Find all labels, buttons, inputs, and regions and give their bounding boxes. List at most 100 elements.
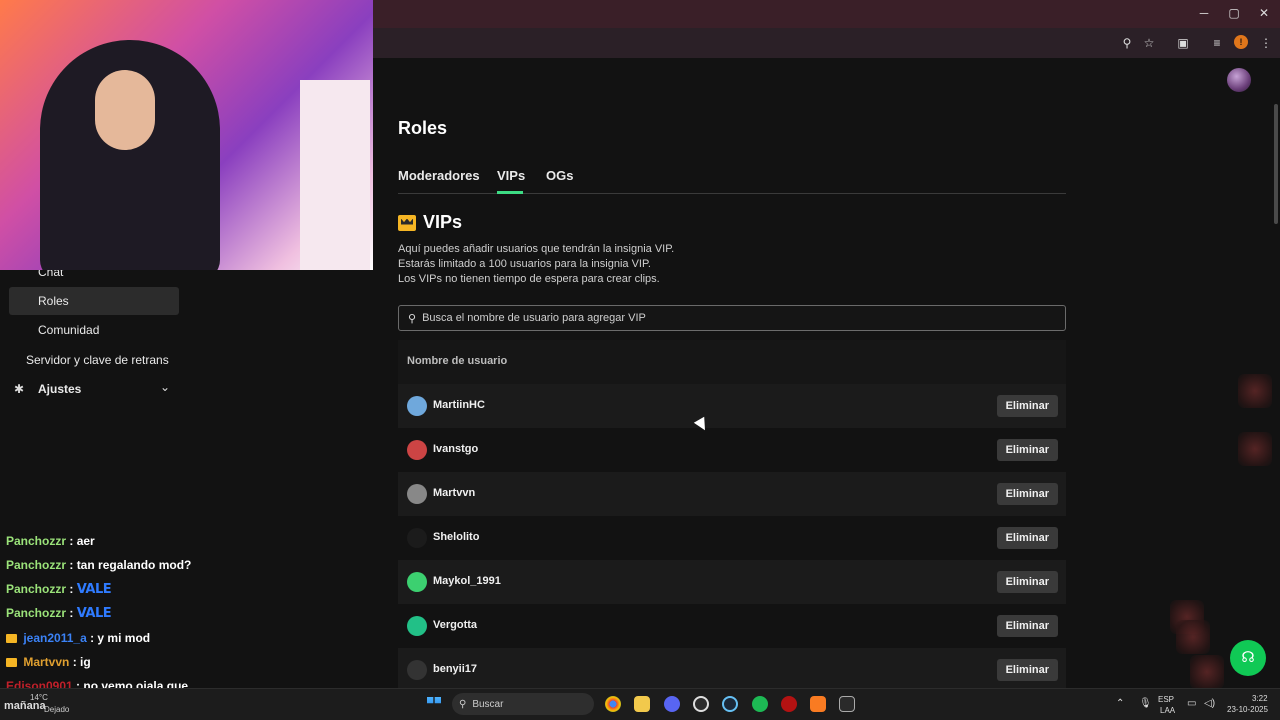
table-row: benyii17 Eliminar — [398, 648, 1066, 688]
delete-button[interactable]: Eliminar — [996, 395, 1058, 417]
chat-username: jean2011_a — [23, 631, 87, 645]
obs-icon[interactable] — [693, 696, 709, 712]
editor-icon[interactable] — [810, 696, 826, 712]
chat-message: Panchozzr : aer — [6, 534, 95, 548]
user-avatar[interactable] — [1227, 68, 1251, 92]
floating-emote — [1190, 655, 1224, 689]
chat-text: : aer — [69, 534, 95, 548]
description-line: Los VIPs no tienen tiempo de espera para… — [398, 273, 660, 285]
delete-button[interactable]: Eliminar — [996, 527, 1058, 549]
table-row: Ivanstgo Eliminar — [398, 428, 1066, 472]
chat-message: Panchozzr : VALE — [6, 582, 112, 597]
sidebar-item-roles[interactable]: Roles — [38, 294, 69, 308]
column-header-username: Nombre de usuario — [407, 355, 508, 367]
zoom-icon[interactable]: ⚲ — [1119, 35, 1135, 51]
network-icon[interactable]: ▭ — [1187, 698, 1196, 709]
floating-emote — [1238, 374, 1272, 408]
page-scrollbar[interactable] — [1274, 104, 1278, 224]
profile-icon[interactable]: ! — [1234, 35, 1248, 49]
delete-button[interactable]: Eliminar — [996, 483, 1058, 505]
chat-message: Martvvn : ig — [6, 655, 91, 669]
table-row: Shelolito Eliminar — [398, 516, 1066, 560]
record-icon[interactable] — [781, 696, 797, 712]
avatar — [407, 484, 427, 504]
vip-search-box[interactable]: ⚲ — [398, 305, 1066, 331]
vip-search-input[interactable] — [422, 312, 1023, 324]
floating-emote — [1238, 432, 1272, 466]
table-row: Maykol_1991 Eliminar — [398, 560, 1066, 604]
sidebar-item-ajustes[interactable]: Ajustes — [38, 382, 81, 396]
spotify-icon[interactable] — [752, 696, 768, 712]
chat-text: : ig — [72, 655, 91, 669]
section-header: VIPs — [398, 212, 462, 233]
username: MartiinHC — [433, 399, 485, 411]
vip-badge-icon — [6, 658, 17, 668]
table-row: Martvvn Eliminar — [398, 472, 1066, 516]
support-chat-icon[interactable]: ☊ — [1230, 640, 1266, 676]
search-icon: ⚲ — [459, 698, 467, 710]
sidebar-item-servidor[interactable]: Servidor y clave de retrans — [26, 353, 169, 367]
delete-button[interactable]: Eliminar — [996, 615, 1058, 637]
avatar — [407, 660, 427, 680]
sidebar-active-highlight — [9, 287, 179, 315]
language-bottom[interactable]: LAA — [1160, 706, 1175, 715]
vale-emote: VALE — [76, 606, 112, 621]
webcam-furniture — [300, 80, 370, 270]
table-row: MartiinHC Eliminar — [398, 384, 1066, 428]
avatar — [407, 440, 427, 460]
media-icon[interactable]: ≡ — [1209, 35, 1225, 51]
vip-badge-icon — [6, 634, 17, 644]
avatar — [407, 528, 427, 548]
chat-text: : — [69, 606, 74, 620]
maximize-button[interactable]: ▢ — [1226, 6, 1242, 20]
username: Maykol_1991 — [433, 575, 501, 587]
epic-games-icon[interactable] — [839, 696, 855, 712]
chat-message: Panchozzr : tan regalando mod? — [6, 558, 191, 572]
taskbar-search-label: Buscar — [472, 698, 504, 710]
tab-vips[interactable]: VIPs — [497, 168, 525, 183]
language-top[interactable]: ESP — [1158, 695, 1174, 704]
steam-icon[interactable] — [722, 696, 738, 712]
delete-button[interactable]: Eliminar — [996, 659, 1058, 681]
chat-text: : — [69, 582, 74, 596]
avatar — [407, 572, 427, 592]
chevron-down-icon[interactable]: ⌄ — [160, 380, 170, 394]
page-title: Roles — [398, 118, 448, 138]
chat-text: : tan regalando mod? — [69, 558, 192, 572]
minimize-button[interactable]: ─ — [1196, 6, 1212, 20]
section-title: VIPs — [423, 212, 463, 232]
username: Vergotta — [433, 619, 478, 631]
extensions-icon[interactable]: ▣ — [1175, 35, 1191, 51]
tab-ogs[interactable]: OGs — [546, 168, 573, 183]
menu-icon[interactable]: ⋮ — [1258, 35, 1274, 51]
chat-username: Panchozzr — [6, 534, 67, 548]
clock-time[interactable]: 3:22 — [1252, 694, 1268, 703]
volume-icon[interactable]: ◁) — [1204, 698, 1215, 709]
browser-titlebar — [373, 0, 1280, 28]
chat-username: Panchozzr — [6, 558, 67, 572]
clock-date[interactable]: 23-10-2025 — [1227, 705, 1268, 714]
tab-moderadores[interactable]: Moderadores — [398, 168, 480, 183]
search-icon: ⚲ — [408, 312, 417, 325]
chat-username: Martvvn — [23, 655, 70, 669]
gear-icon: ✱ — [14, 382, 25, 396]
star-icon[interactable]: ☆ — [1141, 35, 1157, 51]
description-line: Estarás limitado a 100 usuarios para la … — [398, 258, 651, 270]
chrome-icon[interactable] — [605, 696, 621, 712]
crown-icon — [398, 214, 416, 231]
discord-icon[interactable] — [664, 696, 680, 712]
sidebar-item-comunidad[interactable]: Comunidad — [38, 323, 99, 337]
username: benyii17 — [433, 663, 478, 675]
folder-icon[interactable] — [634, 696, 650, 712]
vale-emote: VALE — [76, 582, 112, 597]
chat-text: : y mi mod — [90, 631, 151, 645]
delete-button[interactable]: Eliminar — [996, 571, 1058, 593]
delete-button[interactable]: Eliminar — [996, 439, 1058, 461]
close-window-button[interactable]: ✕ — [1256, 6, 1272, 20]
taskbar-search[interactable]: ⚲ Buscar — [452, 693, 594, 715]
username: Martvvn — [433, 487, 476, 499]
chevron-up-icon[interactable]: ⌃ — [1116, 698, 1124, 709]
table-header: Nombre de usuario — [398, 340, 1066, 384]
webcam-face — [95, 70, 155, 150]
microphone-icon[interactable]: 🎙 — [1139, 698, 1152, 709]
